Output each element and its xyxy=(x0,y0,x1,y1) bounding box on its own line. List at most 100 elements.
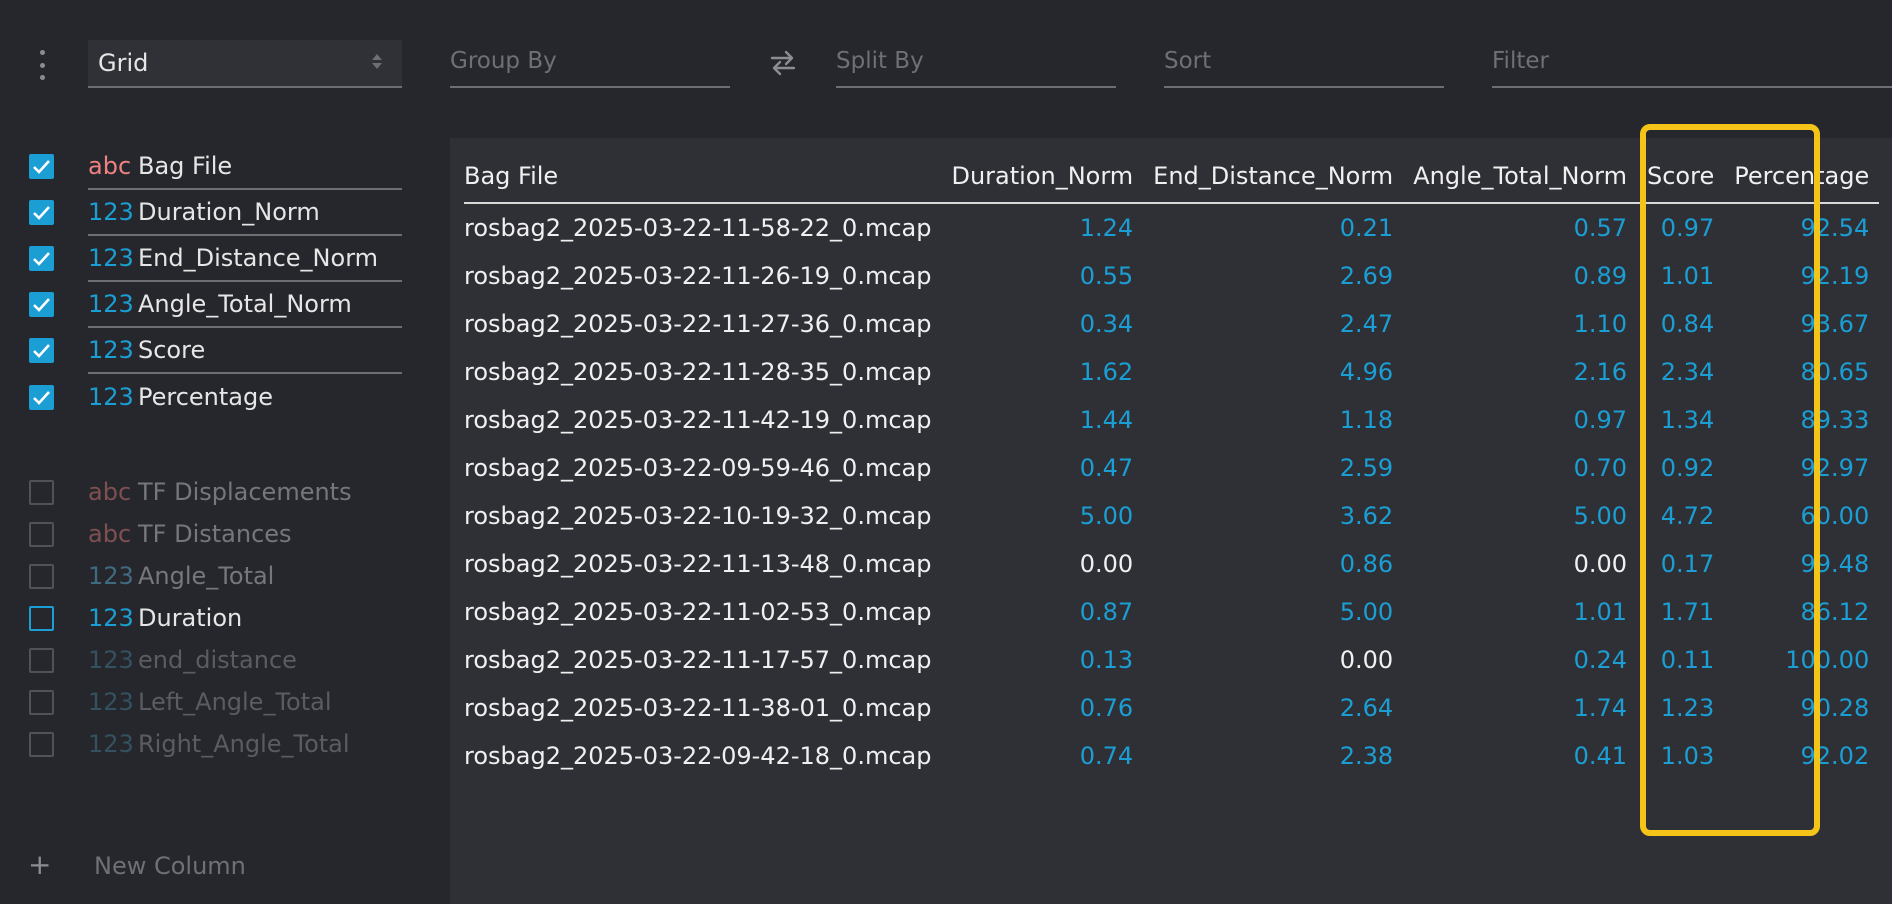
active-column-score[interactable]: 123 Score xyxy=(0,336,420,378)
header-percentage[interactable]: Percentage xyxy=(1724,150,1880,204)
column-type-label: abc xyxy=(88,478,132,506)
checkbox-icon[interactable] xyxy=(29,292,54,317)
group-by-input[interactable]: Group By xyxy=(450,40,730,88)
datagrid-panel: Bag File Duration_Norm End_Distance_Norm… xyxy=(450,138,1892,904)
column-name: Left_Angle_Total xyxy=(138,688,332,716)
inactive-column-angle-total[interactable]: 123 Angle_Total xyxy=(0,562,420,604)
table-cell-value: 0.92 xyxy=(1660,454,1715,482)
table-cell-value: 0.00 xyxy=(1573,550,1627,578)
split-by-input[interactable]: Split By xyxy=(836,40,1116,88)
table-cell-value: 1.01 xyxy=(1660,262,1715,290)
filter-placeholder: Filter xyxy=(1492,48,1549,74)
inactive-column-right-angle-total[interactable]: 123 Right_Angle_Total xyxy=(0,730,420,772)
column-divider xyxy=(88,372,402,374)
checkbox-icon[interactable] xyxy=(29,200,54,225)
active-column-bag-file[interactable]: abc Bag File xyxy=(0,152,420,194)
column-divider xyxy=(88,234,402,236)
inactive-column-duration[interactable]: 123 Duration xyxy=(0,604,420,646)
table-cell-value: 1.24 xyxy=(1079,214,1134,242)
checkbox-icon[interactable] xyxy=(29,480,54,505)
header-angle-total-norm[interactable]: Angle_Total_Norm xyxy=(1403,150,1637,204)
table-cell-value: 0.41 xyxy=(1573,742,1627,770)
table-cell-bag-file: rosbag2_2025-03-22-09-42-18_0.mcap xyxy=(464,742,932,770)
active-column-percentage[interactable]: 123 Percentage xyxy=(0,383,420,425)
checkbox-icon[interactable] xyxy=(29,690,54,715)
header-end-distance-norm[interactable]: End_Distance_Norm xyxy=(1143,150,1404,204)
split-by-placeholder: Split By xyxy=(836,48,924,74)
table-cell-value: 1.23 xyxy=(1660,694,1715,722)
table-cell-value: 100.00 xyxy=(1785,646,1870,674)
table-cell-value: 0.76 xyxy=(1079,694,1134,722)
column-name: TF Displacements xyxy=(138,478,352,506)
plugin-select[interactable]: Grid xyxy=(88,40,402,88)
header-row: Bag File Duration_Norm End_Distance_Norm… xyxy=(464,150,1880,204)
table-cell-value: 1.01 xyxy=(1573,598,1627,626)
table-cell-value: 2.34 xyxy=(1660,358,1715,386)
column-type-label: 123 xyxy=(88,730,134,758)
checkbox-icon[interactable] xyxy=(29,154,54,179)
checkbox-icon[interactable] xyxy=(29,648,54,673)
table-cell-value: 0.34 xyxy=(1079,310,1134,338)
table-cell-bag-file: rosbag2_2025-03-22-11-27-36_0.mcap xyxy=(464,310,932,338)
column-type-label: abc xyxy=(88,520,132,548)
new-column-label: New Column xyxy=(94,852,246,880)
table-cell-value: 2.16 xyxy=(1573,358,1627,386)
table-cell-value: 0.97 xyxy=(1573,406,1627,434)
table-cell-value: 92.54 xyxy=(1800,214,1870,242)
table-cell-value: 99.48 xyxy=(1800,550,1870,578)
inactive-column-left-angle-total[interactable]: 123 Left_Angle_Total xyxy=(0,688,420,730)
header-score[interactable]: Score xyxy=(1637,150,1725,204)
perspective-viewer: Grid Group By Split By Sort Filter abc B… xyxy=(0,0,1892,904)
select-arrows-icon xyxy=(372,54,382,69)
active-column-duration-norm[interactable]: 123 Duration_Norm xyxy=(0,198,420,240)
checkbox-icon[interactable] xyxy=(29,338,54,363)
group-by-placeholder: Group By xyxy=(450,48,557,74)
checkbox-icon[interactable] xyxy=(29,564,54,589)
active-column-end-distance-norm[interactable]: 123 End_Distance_Norm xyxy=(0,244,420,286)
column-name: end_distance xyxy=(138,646,297,674)
table-cell-value: 0.00 xyxy=(1079,550,1134,578)
checkbox-icon[interactable] xyxy=(29,732,54,757)
column-name: Angle_Total xyxy=(138,562,275,590)
column-type-label: 123 xyxy=(88,604,134,632)
table-cell-value: 4.96 xyxy=(1339,358,1394,386)
column-type-label: 123 xyxy=(88,383,134,411)
table-cell-value: 5.00 xyxy=(1079,502,1134,530)
table-cell-value: 0.74 xyxy=(1079,742,1134,770)
table-cell-value: 0.70 xyxy=(1573,454,1627,482)
table-cell-value: 5.00 xyxy=(1339,598,1394,626)
checkbox-icon[interactable] xyxy=(29,606,54,631)
table-row: rosbag2_2025-03-22-11-28-35_0.mcap 1.62 4.… xyxy=(464,348,1879,396)
table-cell-bag-file: rosbag2_2025-03-22-11-13-48_0.mcap xyxy=(464,550,932,578)
column-divider xyxy=(88,326,402,328)
active-column-angle-total-norm[interactable]: 123 Angle_Total_Norm xyxy=(0,290,420,332)
column-name: TF Distances xyxy=(138,520,292,548)
checkbox-icon[interactable] xyxy=(29,246,54,271)
filter-input[interactable]: Filter xyxy=(1492,40,1892,88)
table-row: rosbag2_2025-03-22-10-19-32_0.mcap 5.00 3.… xyxy=(464,492,1879,540)
table-cell-value: 0.86 xyxy=(1339,550,1394,578)
table-cell-value: 80.65 xyxy=(1800,358,1870,386)
checkbox-icon[interactable] xyxy=(29,522,54,547)
inactive-column-end-distance[interactable]: 123 end_distance xyxy=(0,646,420,688)
column-type-label: abc xyxy=(88,152,132,180)
table-cell-value: 92.19 xyxy=(1800,262,1870,290)
checkbox-icon[interactable] xyxy=(29,385,54,410)
table-cell-value: 0.89 xyxy=(1573,262,1627,290)
header-duration-norm[interactable]: Duration_Norm xyxy=(941,150,1144,204)
table-cell-value: 93.67 xyxy=(1800,310,1870,338)
sort-input[interactable]: Sort xyxy=(1164,40,1444,88)
swap-pivots-icon[interactable] xyxy=(770,48,796,78)
table-cell-value: 0.47 xyxy=(1079,454,1134,482)
datagrid: Bag File Duration_Norm End_Distance_Norm… xyxy=(464,150,1880,780)
inactive-column-tf-displacements[interactable]: abc TF Displacements xyxy=(0,478,420,520)
inactive-column-tf-distances[interactable]: abc TF Distances xyxy=(0,520,420,562)
column-name: Percentage xyxy=(138,383,274,411)
table-cell-bag-file: rosbag2_2025-03-22-11-28-35_0.mcap xyxy=(464,358,932,386)
header-bag-file[interactable]: Bag File xyxy=(464,150,942,204)
table-cell-value: 1.10 xyxy=(1573,310,1627,338)
settings-menu-icon[interactable] xyxy=(30,50,54,80)
plus-icon: + xyxy=(28,848,52,881)
table-row: rosbag2_2025-03-22-11-38-01_0.mcap 0.76 2.… xyxy=(464,684,1879,732)
table-cell-value: 0.00 xyxy=(1339,646,1394,674)
